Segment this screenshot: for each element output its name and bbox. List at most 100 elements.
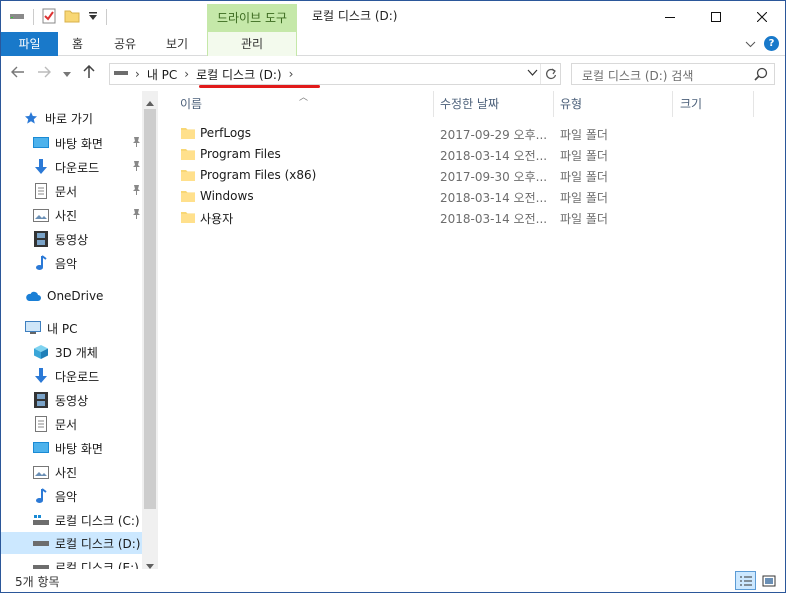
nav-pc-videos[interactable]: 동영상 — [33, 389, 143, 411]
file-row[interactable]: Windows 2018-03-14 오전... 파일 폴더 — [179, 186, 769, 207]
file-row[interactable]: Program Files 2018-03-14 오전... 파일 폴더 — [179, 144, 769, 165]
column-date-modified[interactable]: 수정한 날짜 — [440, 91, 499, 117]
download-arrow-icon — [33, 368, 49, 384]
nav-pc-documents[interactable]: 문서 — [33, 413, 143, 435]
nav-pc-3d-objects[interactable]: 3D 개체 — [33, 341, 143, 363]
chevron-right-icon[interactable]: › — [289, 67, 294, 81]
column-divider[interactable] — [672, 91, 673, 117]
nav-pc-local-disk-e[interactable]: 로컬 디스크 (E:) — [33, 556, 143, 569]
chevron-right-icon[interactable]: › — [184, 67, 189, 81]
file-name: 사용자 — [200, 212, 234, 226]
nav-label: 로컬 디스크 (D:) — [55, 536, 141, 551]
pin-icon[interactable] — [132, 208, 141, 222]
file-type: 파일 폴더 — [560, 149, 608, 163]
status-bar: 5개 항목 — [1, 569, 785, 592]
chevron-right-icon[interactable]: › — [135, 67, 140, 81]
address-row: › 내 PC › 로컬 디스크 (D:) › 로컬 디스크 (D:) 검색 — [1, 59, 785, 89]
picture-icon — [33, 464, 49, 480]
forward-arrow-icon[interactable] — [37, 66, 51, 81]
file-type: 파일 폴더 — [560, 191, 608, 205]
tab-file[interactable]: 파일 — [1, 32, 58, 56]
help-icon[interactable]: ? — [764, 36, 779, 51]
highlight-underline — [199, 85, 320, 88]
nav-quick-videos[interactable]: 동영상 — [33, 228, 143, 250]
nav-pc-desktop[interactable]: 바탕 화면 — [33, 437, 143, 459]
quick-access-toolbar — [9, 7, 107, 27]
refresh-button[interactable] — [540, 64, 560, 84]
nav-label: 동영상 — [55, 232, 89, 247]
file-row[interactable]: Program Files (x86) 2017-09-30 오후... 파일 … — [179, 165, 769, 186]
nav-label: 바로 가기 — [45, 111, 93, 126]
nav-label: 음악 — [55, 256, 78, 271]
column-size[interactable]: 크기 — [680, 91, 702, 117]
scroll-up-icon[interactable] — [146, 95, 154, 109]
tab-view[interactable]: 보기 — [166, 32, 188, 56]
nav-quick-pictures[interactable]: 사진 — [33, 204, 143, 226]
nav-scroll-thumb[interactable] — [144, 109, 156, 509]
file-row[interactable]: 사용자 2018-03-14 오전... 파일 폴더 — [179, 207, 769, 228]
file-row[interactable]: PerfLogs 2017-09-29 오후... 파일 폴더 — [179, 123, 769, 144]
nav-pc-local-disk-c[interactable]: 로컬 디스크 (C:) — [33, 509, 143, 531]
drive-icon[interactable] — [9, 10, 25, 25]
nav-quick-downloads[interactable]: 다운로드 — [33, 156, 143, 178]
system-drive-icon — [33, 512, 49, 528]
scroll-down-icon[interactable] — [146, 558, 154, 569]
minimize-button[interactable] — [647, 1, 693, 32]
music-note-icon — [33, 488, 49, 504]
details-view-icon — [739, 576, 752, 585]
customize-toolbar-icon[interactable] — [88, 10, 98, 24]
nav-pc-pictures[interactable]: 사진 — [33, 461, 143, 483]
column-divider[interactable] — [553, 91, 554, 117]
expand-ribbon-icon[interactable] — [745, 37, 756, 51]
tab-manage[interactable]: 관리 — [207, 32, 297, 56]
nav-label: 로컬 디스크 (E:) — [55, 560, 139, 570]
file-date: 2017-09-30 오후... — [440, 170, 548, 184]
back-arrow-icon[interactable] — [11, 66, 25, 81]
nav-quick-desktop[interactable]: 바탕 화면 — [33, 132, 143, 154]
cube-icon — [33, 344, 49, 360]
nav-onedrive[interactable]: OneDrive — [25, 285, 158, 307]
large-icons-view-button[interactable] — [758, 571, 779, 590]
chevron-down-icon[interactable] — [527, 67, 538, 81]
column-divider[interactable] — [753, 91, 754, 117]
nav-scrollbar[interactable] — [142, 91, 158, 569]
column-divider[interactable] — [433, 91, 434, 117]
nav-pc-local-disk-d[interactable]: 로컬 디스크 (D:) — [1, 532, 143, 554]
nav-label: 문서 — [55, 417, 78, 432]
nav-pc-music[interactable]: 음악 — [33, 485, 143, 507]
details-view-button[interactable] — [735, 571, 756, 590]
address-bar[interactable]: › 내 PC › 로컬 디스크 (D:) › — [109, 63, 561, 85]
folder-icon — [181, 168, 195, 185]
maximize-button[interactable] — [693, 1, 739, 32]
pin-icon[interactable] — [132, 184, 141, 198]
breadcrumb-local-disk-d[interactable]: 로컬 디스크 (D:) — [196, 66, 281, 83]
nav-pc-downloads[interactable]: 다운로드 — [33, 365, 143, 387]
nav-quick-music[interactable]: 음악 — [33, 252, 143, 274]
pin-icon[interactable] — [132, 136, 141, 150]
column-name[interactable]: 이름 — [180, 91, 202, 117]
nav-quick-access[interactable]: 바로 가기 — [23, 107, 158, 129]
tab-home[interactable]: 홈 — [72, 32, 83, 56]
nav-quick-documents[interactable]: 문서 — [33, 180, 143, 202]
close-button[interactable] — [739, 1, 785, 32]
search-icon[interactable] — [754, 67, 768, 84]
nav-label: OneDrive — [47, 289, 104, 303]
breadcrumb-this-pc[interactable]: 내 PC — [147, 66, 177, 83]
tab-share[interactable]: 공유 — [114, 32, 136, 56]
properties-icon[interactable] — [42, 8, 56, 27]
recent-locations-icon[interactable] — [63, 67, 71, 81]
file-list: 이름 ︿ 수정한 날짜 유형 크기 PerfLogs 2017-09-29 오후… — [159, 91, 785, 569]
view-toggle — [735, 571, 779, 590]
toolbar-divider — [33, 9, 34, 25]
search-input[interactable]: 로컬 디스크 (D:) 검색 — [571, 63, 775, 85]
item-count: 5개 항목 — [15, 575, 60, 589]
file-type: 파일 폴더 — [560, 170, 608, 184]
column-type[interactable]: 유형 — [560, 91, 582, 117]
sort-ascending-icon: ︿ — [299, 93, 309, 103]
new-folder-icon[interactable] — [64, 8, 80, 27]
pin-icon[interactable] — [132, 160, 141, 174]
up-arrow-icon[interactable] — [83, 64, 95, 82]
nav-this-pc[interactable]: 내 PC — [25, 317, 158, 339]
nav-label: 문서 — [55, 184, 78, 199]
drive-icon — [33, 559, 49, 569]
